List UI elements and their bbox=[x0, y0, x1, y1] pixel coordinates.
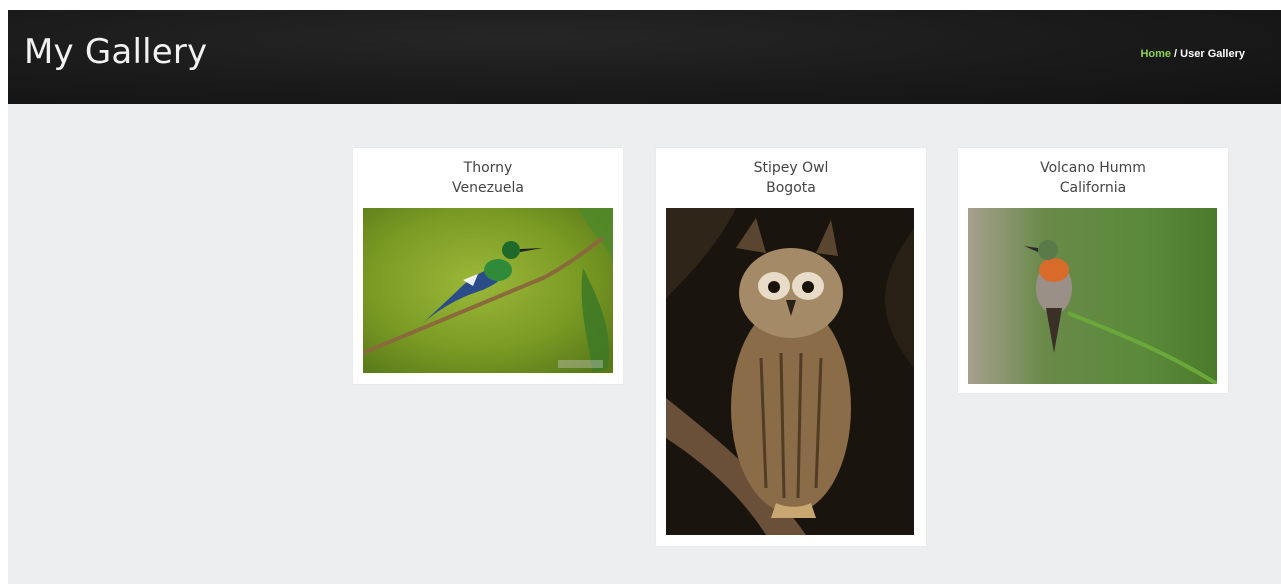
breadcrumb-separator: / bbox=[1171, 48, 1181, 60]
page-title: My Gallery bbox=[24, 32, 208, 72]
header-bar: My Gallery Home / User Gallery bbox=[8, 10, 1281, 104]
card-location: Bogota bbox=[766, 180, 816, 196]
owl-photo bbox=[666, 208, 914, 535]
card-title: Stipey Owl bbox=[753, 160, 829, 176]
page: My Gallery Home / User Gallery Thorny Ve… bbox=[8, 10, 1281, 584]
breadcrumb-home-link[interactable]: Home bbox=[1140, 48, 1171, 60]
card-location: California bbox=[1059, 180, 1127, 196]
breadcrumb: Home / User Gallery bbox=[1140, 48, 1245, 60]
breadcrumb-current: User Gallery bbox=[1180, 48, 1245, 60]
gallery-photo[interactable] bbox=[968, 208, 1217, 384]
gallery-photo[interactable] bbox=[363, 208, 613, 373]
card-title: Thorny bbox=[463, 160, 513, 176]
gallery-card[interactable]: Thorny Venezuela bbox=[353, 148, 623, 384]
card-title: Volcano Humm bbox=[1040, 160, 1146, 176]
hummingbird-photo bbox=[363, 208, 613, 373]
card-location: Venezuela bbox=[452, 180, 524, 196]
hummingbird-photo bbox=[968, 208, 1217, 384]
gallery-card[interactable]: Stipey Owl Bogota bbox=[656, 148, 926, 546]
gallery-photo[interactable] bbox=[666, 208, 914, 535]
gallery-card[interactable]: Volcano Humm California bbox=[958, 148, 1228, 393]
